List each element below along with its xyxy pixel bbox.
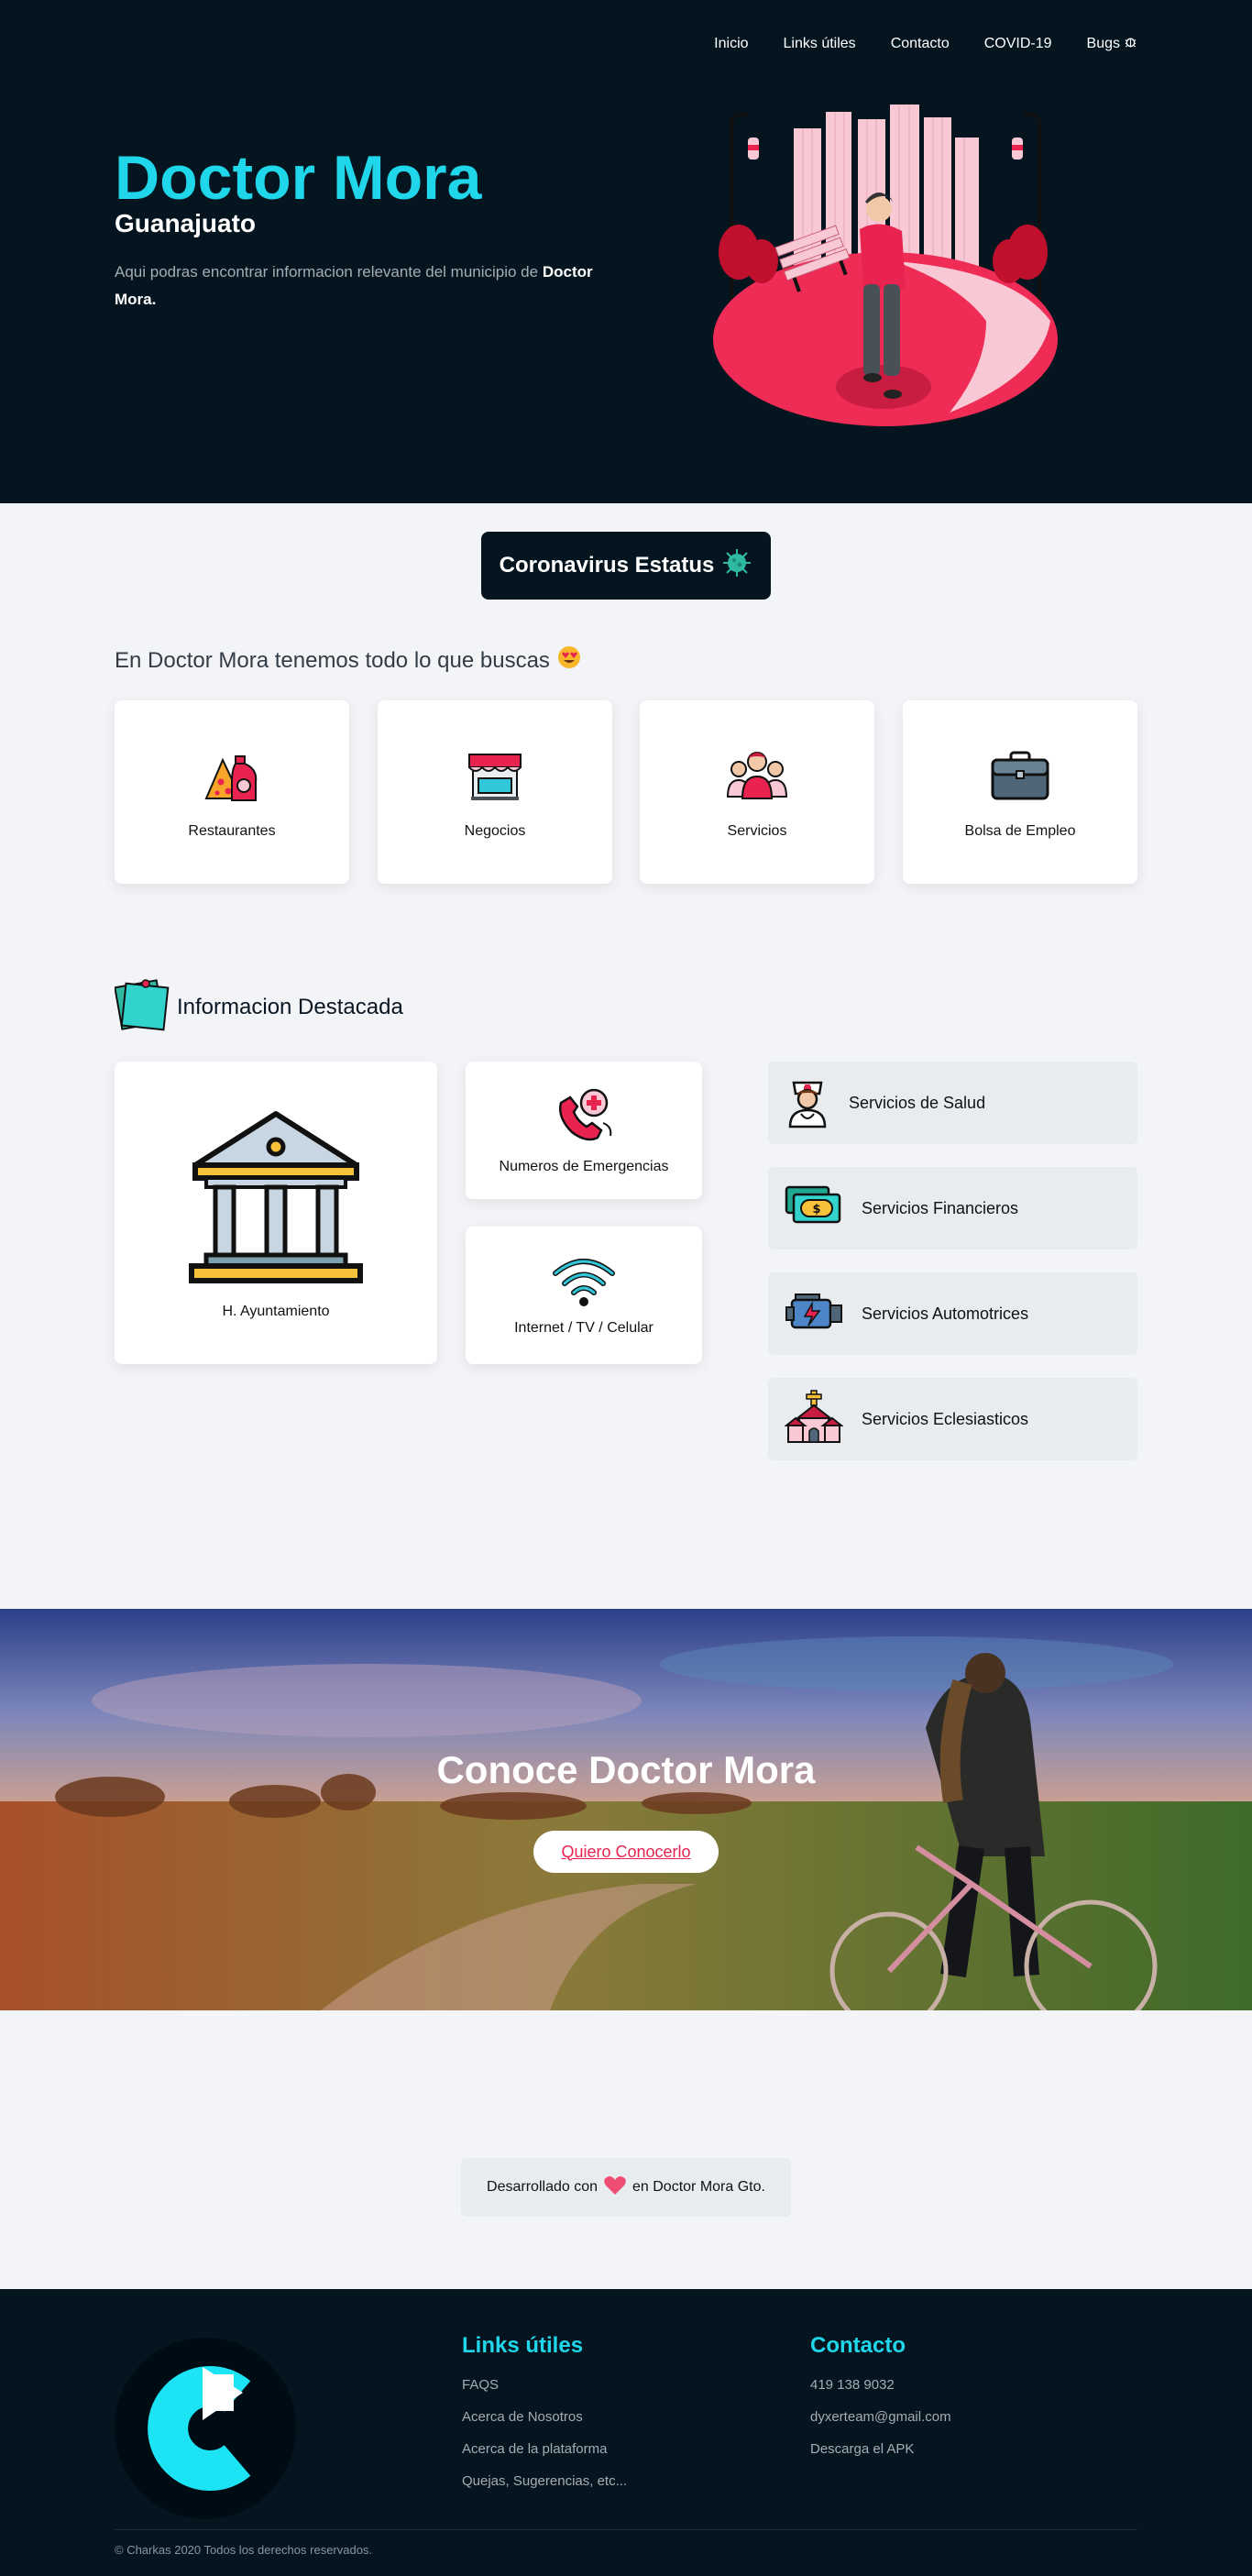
banner-title-bold: Doctor Mora bbox=[588, 1748, 816, 1791]
pizza-drink-icon bbox=[203, 745, 261, 809]
covid-status-button[interactable]: Coronavirus Estatus bbox=[481, 532, 771, 600]
category-label: Servicios bbox=[727, 822, 787, 839]
footer-link-faqs[interactable]: FAQS bbox=[462, 2375, 627, 2407]
card-label: H. Ayuntamiento bbox=[222, 1303, 330, 1319]
footer: Links útiles FAQS Acerca de Nosotros Ace… bbox=[0, 2289, 1252, 2576]
main-nav: Inicio Links útiles Contacto COVID-19 Bu… bbox=[714, 35, 1137, 53]
footer-phone[interactable]: 419 138 9032 bbox=[810, 2375, 951, 2407]
footer-links-column: Links útiles FAQS Acerca de Nosotros Ace… bbox=[462, 2333, 627, 2504]
banner-title-prefix: Conoce bbox=[436, 1748, 589, 1791]
svg-text:$: $ bbox=[812, 1203, 820, 1216]
featured-section-title: Informacion Destacada bbox=[114, 974, 403, 1040]
hero-section: Inicio Links útiles Contacto COVID-19 Bu… bbox=[0, 0, 1252, 503]
discover-banner: Conoce Doctor Mora Quiero Conocerlo bbox=[0, 1609, 1252, 2010]
store-icon bbox=[466, 745, 524, 809]
footer-email[interactable]: dyxerteam@gmail.com bbox=[810, 2407, 951, 2439]
service-label: Servicios Automotrices bbox=[862, 1304, 1029, 1323]
hero-subtitle: Guanajuato bbox=[115, 209, 257, 237]
developed-suffix: en Doctor Mora Gto. bbox=[632, 2179, 765, 2195]
sticky-note-icon bbox=[114, 974, 173, 1040]
footer-link-nosotros[interactable]: Acerca de Nosotros bbox=[462, 2407, 627, 2439]
quiero-conocerlo-button[interactable]: Quiero Conocerlo bbox=[533, 1831, 719, 1873]
landscape-photo bbox=[0, 1609, 1252, 2010]
nurse-icon bbox=[785, 1073, 830, 1133]
category-label: Negocios bbox=[464, 822, 526, 839]
service-label: Servicios Eclesiasticos bbox=[862, 1409, 1029, 1428]
category-servicios[interactable]: Servicios bbox=[640, 700, 874, 884]
footer-contact-title: Contacto bbox=[810, 2333, 906, 2358]
service-financieros[interactable]: $ Servicios Financieros bbox=[768, 1167, 1137, 1249]
hero-title: Doctor Mora bbox=[115, 143, 482, 213]
people-icon bbox=[726, 745, 788, 809]
footer-link-plataforma[interactable]: Acerca de la plataforma bbox=[462, 2439, 627, 2471]
nav-inicio[interactable]: Inicio bbox=[714, 35, 748, 53]
nav-bugs[interactable]: Bugs bbox=[1087, 35, 1137, 53]
virus-icon bbox=[721, 547, 752, 585]
engine-icon bbox=[785, 1289, 843, 1339]
card-label: Numeros de Emergencias bbox=[499, 1158, 669, 1174]
nav-covid[interactable]: COVID-19 bbox=[984, 35, 1052, 53]
category-label: Bolsa de Empleo bbox=[964, 822, 1076, 839]
service-eclesiasticos[interactable]: Servicios Eclesiasticos bbox=[768, 1378, 1137, 1460]
money-icon: $ bbox=[785, 1183, 843, 1234]
service-salud[interactable]: Servicios de Salud bbox=[768, 1062, 1137, 1144]
developed-prefix: Desarrollado con bbox=[487, 2179, 598, 2195]
heart-eyes-emoji-icon bbox=[557, 645, 581, 676]
developed-with-note: Desarrollado con en Doctor Mora Gto. bbox=[461, 2158, 791, 2217]
category-label: Restaurantes bbox=[188, 822, 276, 839]
tagline: En Doctor Mora tenemos todo lo que busca… bbox=[115, 645, 581, 676]
footer-copyright: © Charkas 2020 Todos los derechos reserv… bbox=[115, 2543, 373, 2557]
charkas-logo bbox=[115, 2338, 296, 2519]
emergency-phone-icon bbox=[552, 1086, 616, 1150]
service-label: Servicios Financieros bbox=[862, 1198, 1019, 1217]
footer-links-title: Links útiles bbox=[462, 2333, 584, 2358]
category-bolsa-de-empleo[interactable]: Bolsa de Empleo bbox=[903, 700, 1137, 884]
briefcase-icon bbox=[989, 745, 1051, 809]
category-negocios[interactable]: Negocios bbox=[378, 700, 612, 884]
card-emergencias[interactable]: Numeros de Emergencias bbox=[466, 1062, 702, 1199]
card-label: Internet / TV / Celular bbox=[514, 1319, 653, 1336]
covid-status-label: Coronavirus Estatus bbox=[499, 553, 715, 578]
service-label: Servicios de Salud bbox=[849, 1093, 986, 1112]
footer-download-apk[interactable]: Descarga el APK bbox=[810, 2439, 951, 2471]
featured-title-text: Informacion Destacada bbox=[177, 994, 403, 1019]
hero-illustration bbox=[711, 101, 1060, 440]
nav-bugs-label: Bugs bbox=[1086, 36, 1120, 51]
heart-icon bbox=[603, 2174, 627, 2201]
hero-description-text: Aqui podras encontrar informacion releva… bbox=[115, 263, 543, 281]
bug-icon bbox=[1124, 35, 1137, 53]
category-restaurantes[interactable]: Restaurantes bbox=[115, 700, 349, 884]
wifi-icon bbox=[552, 1255, 616, 1311]
card-ayuntamiento[interactable]: H. Ayuntamiento bbox=[115, 1062, 437, 1364]
service-automotrices[interactable]: Servicios Automotrices bbox=[768, 1272, 1137, 1355]
card-internet[interactable]: Internet / TV / Celular bbox=[466, 1227, 702, 1364]
footer-divider bbox=[115, 2529, 1137, 2530]
banner-title: Conoce Doctor Mora bbox=[0, 1748, 1252, 1792]
church-icon bbox=[784, 1389, 844, 1450]
hero-description: Aqui podras encontrar informacion releva… bbox=[115, 259, 628, 314]
nav-links-utiles[interactable]: Links útiles bbox=[784, 35, 856, 53]
city-hall-icon bbox=[184, 1106, 368, 1294]
nav-contacto[interactable]: Contacto bbox=[891, 35, 950, 53]
tagline-text: En Doctor Mora tenemos todo lo que busca… bbox=[115, 647, 550, 673]
footer-contact-column: Contacto 419 138 9032 dyxerteam@gmail.co… bbox=[810, 2333, 951, 2471]
footer-link-quejas[interactable]: Quejas, Sugerencias, etc... bbox=[462, 2471, 627, 2504]
